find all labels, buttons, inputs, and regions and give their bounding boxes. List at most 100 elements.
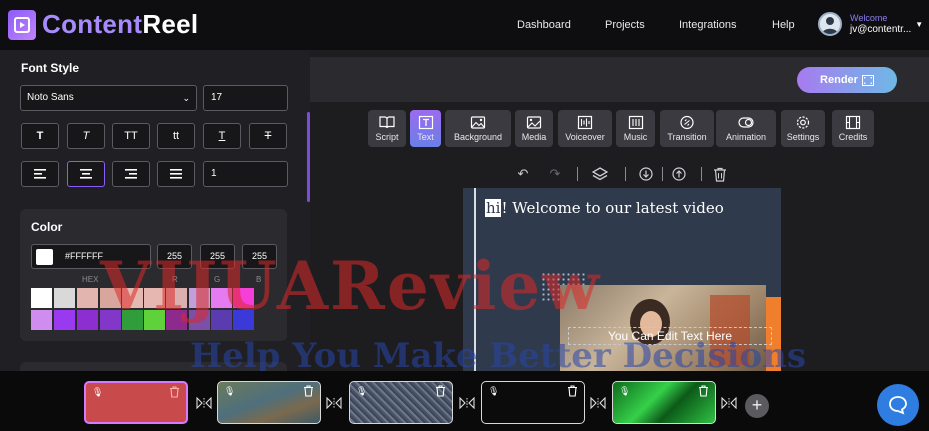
tool-transition[interactable]: Transition: [660, 110, 714, 147]
tool-media[interactable]: Media: [515, 110, 553, 147]
layers-icon[interactable]: [592, 166, 608, 182]
hex-value: #FFFFFF: [65, 251, 103, 261]
undo-icon[interactable]: ↶: [515, 166, 531, 182]
trash-icon[interactable]: [435, 385, 446, 400]
mute-mic-icon[interactable]: 🎙: [92, 387, 103, 398]
transition-icon[interactable]: [459, 396, 475, 410]
top-header: ContentReel Dashboard Projects Integrati…: [0, 0, 929, 50]
tool-voiceover[interactable]: Voiceover: [558, 110, 612, 147]
image-icon: [470, 116, 486, 129]
watermark-title: VIJUAReview: [100, 247, 602, 325]
trash-icon[interactable]: [698, 385, 709, 400]
tool-animation[interactable]: Animation: [716, 110, 776, 147]
transition-icon[interactable]: [590, 396, 606, 410]
tool-script[interactable]: Script: [368, 110, 406, 147]
trash-icon[interactable]: [712, 166, 728, 182]
app-root: ContentReel Dashboard Projects Integrati…: [0, 0, 929, 431]
chat-button[interactable]: [877, 384, 919, 426]
render-label: Render: [820, 74, 858, 86]
headline-selection: hi: [485, 199, 502, 217]
color-swatch[interactable]: [54, 288, 75, 308]
welcome-label: Welcome: [850, 13, 888, 23]
bold-button[interactable]: T: [21, 123, 59, 149]
color-swatch[interactable]: [31, 310, 52, 330]
strikethrough-button[interactable]: T: [249, 123, 287, 149]
line-spacing-input[interactable]: 1: [203, 161, 288, 187]
headline-rest: ! Welcome to our latest video: [501, 199, 724, 217]
media-icon: [526, 116, 542, 129]
tool-label: Text: [417, 132, 434, 142]
tool-label: Credits: [838, 132, 868, 142]
tool-label: Voiceover: [565, 132, 605, 142]
tool-background[interactable]: Background: [445, 110, 511, 147]
timeline-clip[interactable]: 🎙: [217, 381, 321, 424]
move-down-icon[interactable]: [638, 166, 654, 182]
logo-text-reel: Reel: [142, 9, 199, 39]
align-left-button[interactable]: [21, 161, 59, 187]
link-icon: [680, 115, 694, 130]
color-swatch[interactable]: [31, 288, 52, 308]
align-center-button[interactable]: [67, 161, 105, 187]
color-swatch[interactable]: [77, 288, 98, 308]
add-clip-button[interactable]: +: [745, 394, 769, 418]
tool-label: Background: [453, 132, 503, 142]
lowercase-button[interactable]: tt: [157, 123, 195, 149]
timeline-clip[interactable]: 🎙: [349, 381, 453, 424]
tool-label: Script: [375, 132, 399, 142]
font-family-select[interactable]: Noto Sans ⌄: [20, 85, 197, 111]
tool-music[interactable]: Music: [616, 110, 655, 147]
transition-icon[interactable]: [721, 396, 737, 410]
tool-label: Transition: [667, 132, 707, 142]
toolbar-divider: [662, 167, 663, 181]
nav-integrations[interactable]: Integrations: [679, 19, 736, 31]
tool-settings[interactable]: Settings: [781, 110, 825, 147]
watermark-tagline: Help You Make Better Decisions: [190, 336, 807, 376]
align-justify-button[interactable]: [157, 161, 195, 187]
tool-label: Music: [623, 132, 648, 142]
timeline-clip[interactable]: 🎙: [481, 381, 585, 424]
mute-mic-icon[interactable]: 🎙: [488, 386, 499, 397]
uppercase-button[interactable]: TT: [112, 123, 150, 149]
transition-icon[interactable]: [326, 396, 342, 410]
trash-icon[interactable]: [567, 385, 578, 400]
underline-button[interactable]: T: [203, 123, 241, 149]
book-icon: [379, 116, 395, 129]
font-family-value: Noto Sans: [27, 92, 74, 103]
logo[interactable]: ContentReel: [8, 9, 198, 40]
color-swatch[interactable]: [54, 310, 75, 330]
align-right-button[interactable]: [112, 161, 150, 187]
mute-mic-icon[interactable]: 🎙: [356, 386, 367, 397]
headline-text[interactable]: hi! Welcome to our latest video: [485, 199, 724, 217]
trash-icon[interactable]: [303, 385, 314, 400]
gear-icon: [796, 116, 810, 129]
hex-label: HEX: [82, 275, 99, 284]
trash-icon[interactable]: [169, 386, 180, 401]
transition-icon[interactable]: [196, 396, 212, 410]
nav-dashboard[interactable]: Dashboard: [517, 19, 571, 31]
timeline-clip[interactable]: 🎙: [612, 381, 716, 424]
mute-mic-icon[interactable]: 🎙: [619, 386, 630, 397]
current-color-swatch[interactable]: [36, 249, 53, 265]
text-icon: [418, 115, 433, 130]
font-size-input[interactable]: 17: [203, 85, 288, 111]
move-up-icon[interactable]: [671, 166, 687, 182]
tool-credits[interactable]: Credits: [832, 110, 874, 147]
italic-button[interactable]: T: [67, 123, 105, 149]
toggle-icon: [738, 117, 754, 128]
tool-text[interactable]: Text: [410, 110, 441, 147]
align-center-icon: [80, 169, 92, 179]
user-menu[interactable]: Welcome jv@contentr... ▼: [818, 12, 923, 36]
tool-label: Animation: [725, 132, 767, 142]
font-style-title: Font Style: [21, 61, 80, 75]
color-swatch[interactable]: [77, 310, 98, 330]
render-button[interactable]: Render: [797, 67, 897, 93]
avatar: [818, 12, 842, 36]
panel-scrollbar[interactable]: [307, 112, 310, 202]
film-icon: [861, 74, 874, 86]
nav-help[interactable]: Help: [772, 19, 795, 31]
timeline-clip[interactable]: 🎙: [84, 381, 188, 424]
redo-icon[interactable]: ↷: [547, 166, 563, 182]
nav-projects[interactable]: Projects: [605, 19, 645, 31]
logo-icon: [8, 9, 36, 40]
mute-mic-icon[interactable]: 🎙: [224, 386, 235, 397]
